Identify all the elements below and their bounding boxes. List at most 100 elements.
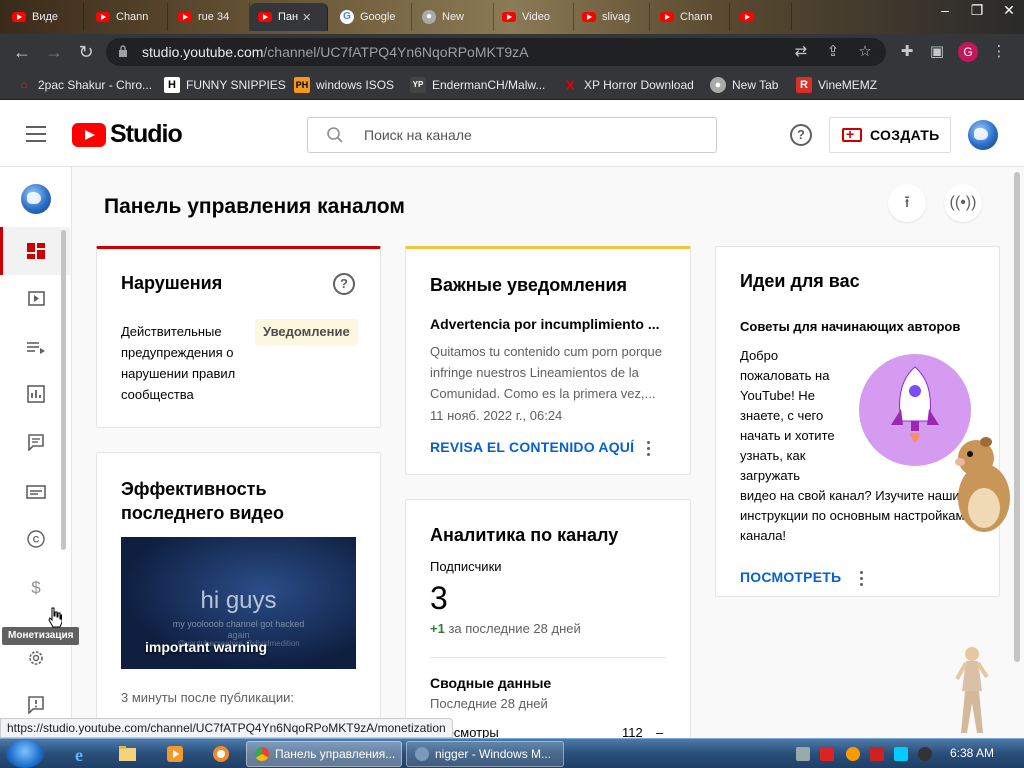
- channel-avatar[interactable]: [21, 184, 51, 214]
- windows-taskbar: e Панель управления... nigger - Windows …: [0, 738, 1024, 768]
- tray-icon[interactable]: [894, 747, 908, 761]
- sidebar-item-analytics[interactable]: [0, 374, 70, 414]
- browser-tab[interactable]: [732, 3, 792, 31]
- browser-tab[interactable]: G Google: [332, 3, 412, 31]
- reload-icon[interactable]: ↻: [76, 42, 96, 62]
- youtube-icon: [660, 12, 674, 22]
- dancer-desktop-pet: [955, 647, 989, 733]
- taskbar-clock[interactable]: 6:38 AM: [950, 746, 994, 760]
- close-window-icon[interactable]: ✕: [994, 0, 1024, 20]
- sidebar-item-monetization[interactable]: $: [0, 567, 70, 607]
- violations-help-icon[interactable]: ?: [333, 273, 355, 295]
- dashboard-icon: [27, 243, 45, 259]
- sidebar-scrollbar[interactable]: [61, 230, 66, 550]
- tray-icon[interactable]: [870, 747, 884, 761]
- tray-icon[interactable]: [796, 747, 810, 761]
- monetization-tooltip: Монетизация: [2, 627, 80, 645]
- sidebar-item-copyright[interactable]: C: [0, 519, 70, 559]
- movie-maker-icon: [415, 747, 429, 761]
- back-icon[interactable]: ←: [12, 42, 32, 62]
- browser-tab[interactable]: ● New: [414, 3, 494, 31]
- bookmark-item[interactable]: R VineMEMZ: [796, 76, 877, 94]
- youtube-icon: [740, 12, 754, 22]
- svg-text:$: $: [31, 578, 41, 596]
- browser-tab-active[interactable]: Пан ✕: [250, 3, 328, 31]
- menu-kebab-icon[interactable]: ⋮: [990, 43, 1008, 61]
- subscribers-delta: +1 за последние 28 дней: [430, 621, 581, 636]
- sidebar-item-content[interactable]: [0, 279, 70, 319]
- browser-tab-strip: Виде Chann rue 34 Пан ✕ G Google ● New Vide…: [0, 0, 1024, 34]
- browser-tab[interactable]: Video: [494, 3, 574, 31]
- settings-icon: [29, 651, 43, 665]
- explorer-folder-icon[interactable]: [110, 743, 144, 765]
- copyright-icon: C: [27, 530, 45, 548]
- analytics-icon: [27, 385, 45, 403]
- hamburger-menu-icon[interactable]: [26, 126, 46, 142]
- go-live-icon[interactable]: ((•)): [944, 184, 982, 222]
- maximize-icon[interactable]: ❐: [962, 0, 992, 20]
- media-player-icon[interactable]: [158, 743, 192, 765]
- create-button[interactable]: СОЗДАТЬ: [829, 117, 951, 153]
- channel-search[interactable]: [307, 117, 717, 153]
- bookmark-favicon: R: [796, 77, 812, 93]
- main-scrollbar[interactable]: [1014, 172, 1020, 662]
- browser-toolbar: ← → ↻ studio.youtube.com/channel/UC7fATP…: [0, 34, 1024, 70]
- profile-avatar[interactable]: G: [958, 42, 978, 62]
- review-content-link[interactable]: REVISA EL CONTENIDO AQUÍ: [430, 439, 634, 455]
- view-ideas-link[interactable]: ПОСМОТРЕТЬ: [740, 569, 841, 585]
- youtube-logo[interactable]: [72, 123, 106, 147]
- page-title: Панель управления каналом: [104, 195, 405, 218]
- help-icon[interactable]: ?: [790, 124, 812, 146]
- translate-icon[interactable]: ⇄: [792, 43, 810, 61]
- browser-tab[interactable]: Chann: [88, 3, 168, 31]
- bookmark-item[interactable]: ⌂ 2pac Shakur - Chro...: [16, 76, 152, 94]
- analytics-card: Аналитика по каналу Подписчики 3 +1 за п…: [405, 499, 691, 742]
- sidepanel-icon[interactable]: ▣: [928, 43, 946, 61]
- browser-tab[interactable]: Chann: [652, 3, 730, 31]
- taskbar-chrome-window[interactable]: Панель управления...: [246, 741, 402, 767]
- sidebar-item-playlists[interactable]: [0, 327, 70, 367]
- video-thumbnail[interactable]: hi guys my yoolooob channel got hacked a…: [121, 537, 356, 669]
- notification-headline[interactable]: Advertencia por incumplimiento ...: [430, 316, 659, 332]
- sidebar-item-comments[interactable]: [0, 422, 70, 462]
- bookmark-favicon: PH: [294, 77, 310, 93]
- extensions-icon[interactable]: ✚: [898, 43, 916, 61]
- bookmark-item[interactable]: X XP Horror Download: [562, 76, 694, 94]
- app-icon[interactable]: [204, 743, 238, 765]
- bookmark-star-icon[interactable]: ☆: [856, 43, 874, 61]
- upload-icon[interactable]: ⭱: [888, 184, 926, 222]
- sidebar-item-dashboard[interactable]: [0, 227, 70, 275]
- close-tab-icon[interactable]: ✕: [302, 11, 311, 24]
- tray-icon[interactable]: [918, 747, 932, 761]
- youtube-icon: [96, 12, 110, 22]
- forward-icon[interactable]: →: [44, 42, 64, 62]
- search-icon[interactable]: [326, 126, 344, 144]
- browser-tab[interactable]: Виде: [4, 3, 84, 31]
- ideas-menu-icon[interactable]: [860, 571, 864, 587]
- notification-menu-icon[interactable]: [647, 441, 651, 457]
- tray-icon[interactable]: [846, 747, 860, 761]
- start-button[interactable]: [6, 740, 44, 768]
- bookmark-item[interactable]: ● New Tab: [710, 76, 778, 94]
- browser-tab[interactable]: slivag: [574, 3, 650, 31]
- posted-ago: 3 минуты после публикации:: [121, 690, 295, 705]
- youtube-icon: [502, 12, 516, 22]
- taskbar-window[interactable]: nigger - Windows M...: [406, 741, 564, 767]
- sidebar-item-subtitles[interactable]: [0, 472, 70, 512]
- bookmark-item[interactable]: YP EndermanCH/Malw...: [410, 76, 545, 94]
- share-icon[interactable]: ⇪: [824, 43, 842, 61]
- ideas-subtitle: Советы для начинающих авторов: [740, 319, 961, 334]
- internet-explorer-icon[interactable]: e: [62, 743, 96, 765]
- svg-text:e: e: [75, 745, 83, 765]
- browser-tab[interactable]: rue 34: [170, 3, 250, 31]
- account-avatar[interactable]: [968, 120, 998, 150]
- notification-body: Quitamos tu contenido cum porn porque in…: [430, 344, 662, 401]
- bookmark-item[interactable]: PH windows ISOS: [294, 76, 394, 94]
- search-input[interactable]: [364, 127, 704, 143]
- tray-icon[interactable]: [820, 747, 834, 761]
- studio-logo-text[interactable]: Studio: [110, 120, 183, 149]
- address-bar[interactable]: studio.youtube.com/channel/UC7fATPQ4Yn6N…: [106, 38, 886, 66]
- monetization-icon: $: [31, 578, 41, 596]
- bookmark-item[interactable]: H FUNNY SNIPPIES: [164, 76, 286, 94]
- minimize-icon[interactable]: –: [930, 0, 960, 20]
